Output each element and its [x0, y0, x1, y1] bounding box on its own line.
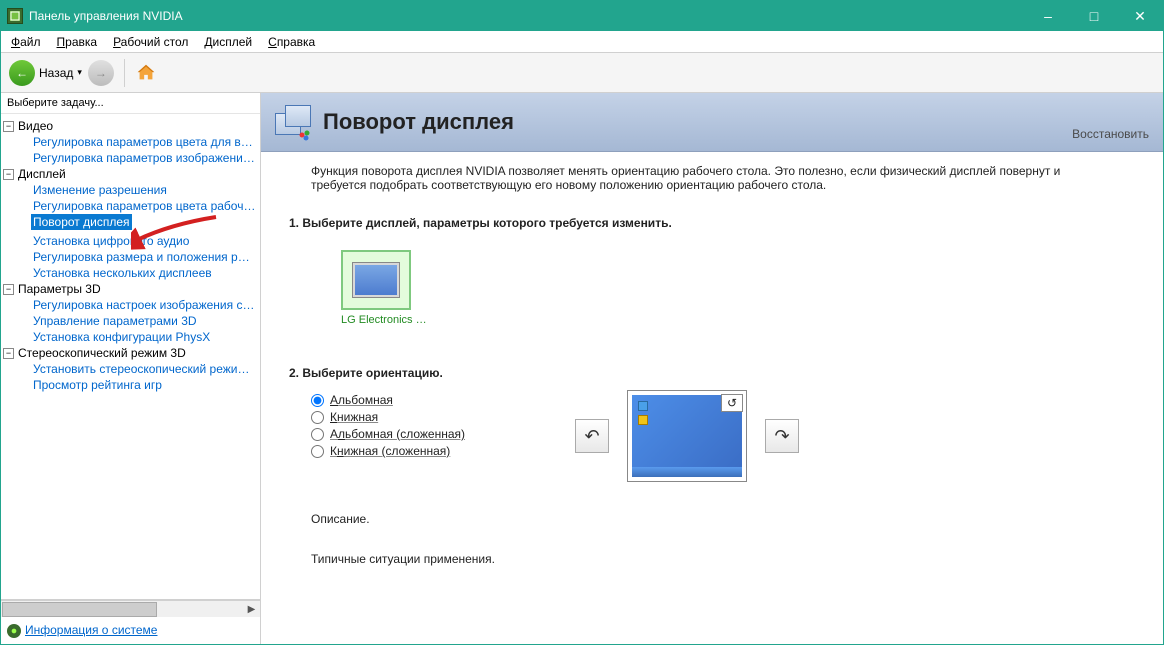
preview-taskbar — [632, 467, 742, 477]
back-dropdown-icon[interactable]: ▾ — [77, 67, 82, 78]
toolbar-separator — [124, 59, 125, 87]
tree-link[interactable]: Регулировка параметров изображения для в… — [31, 150, 258, 166]
toolbar: ← Назад ▾ → — [1, 53, 1163, 93]
orientation-landscape-flipped[interactable]: Альбомная (сложенная) — [311, 427, 465, 441]
orientation-landscape[interactable]: Альбомная — [311, 393, 465, 407]
tree-group-display[interactable]: −Дисплей — [3, 166, 258, 182]
forward-icon: → — [88, 60, 114, 86]
scrollbar-thumb[interactable] — [2, 602, 157, 617]
tree-link[interactable]: Установить стереоскопический режим 3D — [31, 361, 258, 377]
orientation-preview: ↺ — [627, 390, 747, 482]
task-label: Выберите задачу... — [1, 93, 260, 114]
maximize-button[interactable]: □ — [1071, 1, 1117, 31]
collapse-icon[interactable]: − — [3, 348, 14, 359]
tree-link[interactable]: Регулировка параметров цвета рабочего ст… — [31, 198, 258, 214]
display-thumbnail[interactable]: LG Electronics … — [341, 250, 427, 326]
back-label: Назад — [39, 66, 73, 80]
page-header: Поворот дисплея Восстановить — [261, 93, 1163, 152]
rotate-ccw-button[interactable]: ↶ — [575, 419, 609, 453]
collapse-icon[interactable]: − — [3, 284, 14, 295]
orientation-portrait-flipped[interactable]: Книжная (сложенная) — [311, 444, 465, 458]
tree-group-stereo[interactable]: −Стереоскопический режим 3D — [3, 345, 258, 361]
tree-link[interactable]: Регулировка настроек изображения с просм… — [31, 297, 258, 313]
content-pane: Поворот дисплея Восстановить Функция пов… — [261, 93, 1163, 644]
home-icon — [135, 62, 157, 84]
tree-group-3d[interactable]: −Параметры 3D — [3, 281, 258, 297]
tree-link[interactable]: Управление параметрами 3D — [31, 313, 258, 329]
titlebar: Панель управления NVIDIA – □ ✕ — [1, 1, 1163, 31]
rotate-display-icon — [275, 103, 313, 141]
window-title: Панель управления NVIDIA — [29, 9, 1025, 23]
minimize-button[interactable]: – — [1025, 1, 1071, 31]
typical-situations-label: Типичные ситуации применения. — [311, 552, 1113, 566]
tree-link[interactable]: Просмотр рейтинга игр — [31, 377, 258, 393]
preview-icon — [638, 401, 648, 411]
tree-link[interactable]: Регулировка размера и положения рабочего… — [31, 249, 258, 265]
orientation-portrait[interactable]: Книжная — [311, 410, 465, 424]
task-pane: Выберите задачу... −Видео Регулировка па… — [1, 93, 261, 644]
menu-edit[interactable]: Правка — [51, 33, 104, 51]
tree-group-video[interactable]: −Видео — [3, 118, 258, 134]
collapse-icon[interactable]: − — [3, 169, 14, 180]
close-button[interactable]: ✕ — [1117, 1, 1163, 31]
rotate-cw-button[interactable]: ↷ — [765, 419, 799, 453]
menu-desktop[interactable]: Рабочий стол — [107, 33, 194, 51]
horizontal-scrollbar[interactable]: ▶ — [1, 600, 260, 617]
scroll-right-icon[interactable]: ▶ — [243, 601, 260, 618]
task-tree: −Видео Регулировка параметров цвета для … — [1, 114, 260, 600]
step1-label: 1. Выберите дисплей, параметры которого … — [289, 216, 1113, 230]
tree-link[interactable]: Изменение разрешения — [31, 182, 258, 198]
orientation-radios: Альбомная Книжная Альбомная (сложенная) … — [311, 390, 465, 461]
system-info-link-row: Информация о системе — [1, 617, 260, 644]
menubar: Файл Правка Рабочий стол Дисплей Справка — [1, 31, 1163, 53]
menu-help[interactable]: Справка — [262, 33, 321, 51]
restore-link[interactable]: Восстановить — [1072, 127, 1149, 141]
menu-file[interactable]: Файл — [5, 33, 47, 51]
tree-link[interactable]: Установка конфигурации PhysX — [31, 329, 258, 345]
app-icon — [7, 8, 23, 24]
system-info-link[interactable]: Информация о системе — [25, 623, 157, 637]
forward-button[interactable]: → — [88, 60, 114, 86]
collapse-icon[interactable]: − — [3, 121, 14, 132]
page-title: Поворот дисплея — [323, 109, 1072, 135]
display-name: LG Electronics … — [341, 314, 427, 326]
menu-display[interactable]: Дисплей — [198, 33, 258, 51]
tree-link[interactable]: Установка цифрового аудио — [31, 233, 258, 249]
tree-link-selected[interactable]: Поворот дисплея — [31, 214, 132, 230]
back-button[interactable]: ← Назад ▾ — [9, 60, 82, 86]
back-icon: ← — [9, 60, 35, 86]
tree-link[interactable]: Регулировка параметров цвета для видео — [31, 134, 258, 150]
tree-link[interactable]: Установка нескольких дисплеев — [31, 265, 258, 281]
description-label: Описание. — [311, 512, 1113, 526]
rotate-indicator-icon: ↺ — [721, 394, 743, 412]
nvidia-icon — [7, 624, 21, 638]
page-description: Функция поворота дисплея NVIDIA позволяе… — [311, 164, 1113, 192]
home-button[interactable] — [135, 62, 157, 84]
step2-label: 2. Выберите ориентацию. — [289, 366, 1113, 380]
preview-icon — [638, 415, 648, 425]
